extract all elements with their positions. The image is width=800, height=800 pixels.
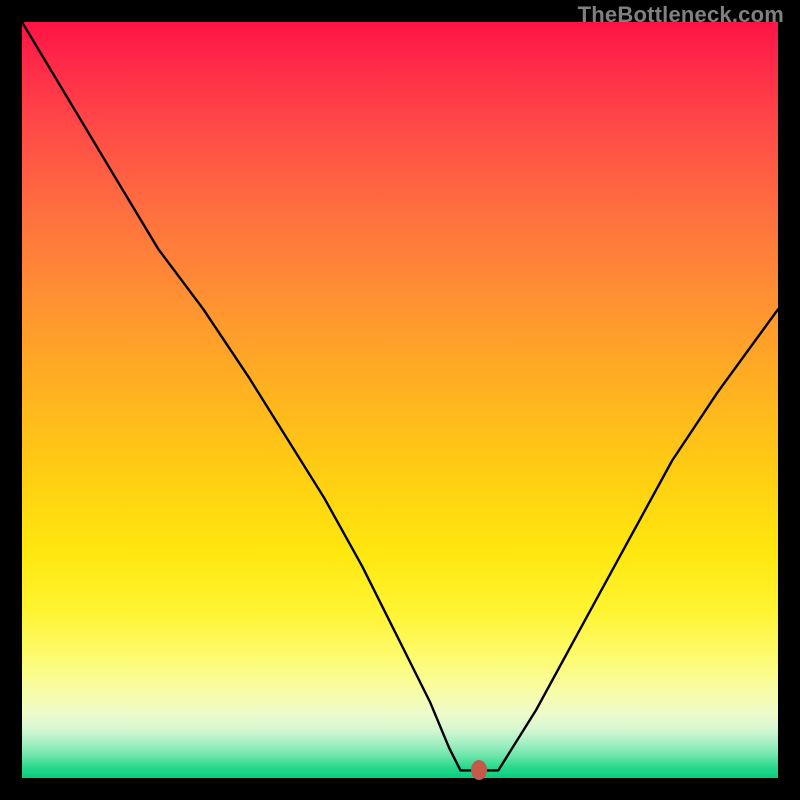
minimum-marker (471, 760, 487, 780)
plot-area (22, 22, 778, 778)
curve-svg (22, 22, 778, 778)
chart-frame: TheBottleneck.com (0, 0, 800, 800)
bottleneck-curve-line (22, 22, 778, 770)
watermark-text: TheBottleneck.com (578, 2, 784, 28)
